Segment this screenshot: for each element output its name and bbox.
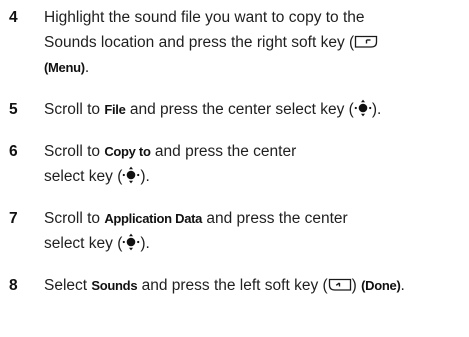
step-text-segment: and press the center <box>202 210 348 227</box>
application-data-keyword: Application Data <box>104 211 203 226</box>
step-text-segment: . <box>400 277 405 294</box>
step-number: 4 <box>9 9 18 26</box>
step-text-segment: and press the center select key ( <box>125 101 354 118</box>
step-text-segment: Scroll to <box>44 210 105 227</box>
step-text-segment: ) <box>351 277 362 294</box>
step-number: 5 <box>9 101 18 118</box>
step-text-segment: ). <box>140 168 150 185</box>
step-text: Scroll to Copy to and press the center s… <box>44 139 469 189</box>
step-text-segment: . <box>84 59 90 76</box>
step-text-segment: ). <box>371 101 382 118</box>
center-select-key-icon <box>122 166 140 184</box>
step-line: select key (). <box>44 231 469 256</box>
step-text-segment: ). <box>140 235 150 252</box>
step-number: 8 <box>9 277 18 294</box>
step-text-segment: and press the left soft key ( <box>137 277 328 294</box>
step-text-segment: Sounds location and press the right soft… <box>44 34 355 51</box>
step-text-segment: Scroll to <box>44 143 105 160</box>
step-line: Sounds location and press the right soft… <box>44 30 469 55</box>
step-number: 6 <box>9 143 18 160</box>
step-line: Highlight the sound file you want to cop… <box>44 9 365 26</box>
menu-keyword: (Menu) <box>44 60 85 75</box>
step-text-segment: select key ( <box>44 235 123 252</box>
step-text-segment: select key ( <box>44 168 123 185</box>
center-select-key-icon <box>354 99 372 117</box>
right-soft-key-icon <box>354 33 378 49</box>
step-line: Scroll to File and press the center sele… <box>44 97 469 122</box>
step-line: (Menu). <box>44 55 469 80</box>
step-text-segment: Scroll to <box>44 101 105 118</box>
step-line: select key (). <box>44 164 469 189</box>
done-keyword: (Done) <box>361 278 401 293</box>
step-text-segment: and press the center <box>150 143 297 160</box>
copy-to-keyword: Copy to <box>104 144 151 159</box>
step-number: 7 <box>9 210 18 227</box>
step-text: Scroll to File and press the center sele… <box>44 97 469 122</box>
step-text: Highlight the sound file you want to cop… <box>44 5 469 80</box>
step-text-segment: Select <box>44 277 92 294</box>
center-select-key-icon <box>122 233 140 251</box>
left-soft-key-icon <box>328 276 352 292</box>
step-line: Select Sounds and press the left soft ke… <box>44 273 469 298</box>
file-keyword: File <box>104 102 126 117</box>
step-line: Scroll to Application Data and press the… <box>44 206 469 231</box>
step-text: Scroll to Application Data and press the… <box>44 206 469 256</box>
sounds-keyword: Sounds <box>91 278 138 293</box>
step-line: Scroll to Copy to and press the center <box>44 139 469 164</box>
step-text: Select Sounds and press the left soft ke… <box>44 273 469 298</box>
